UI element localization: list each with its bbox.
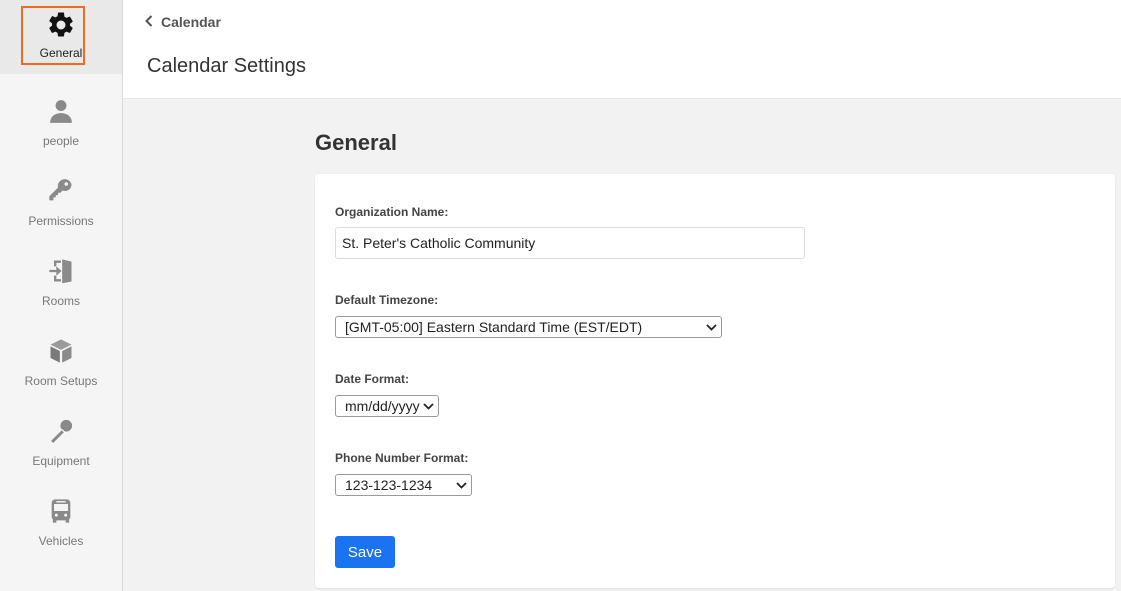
sidebar-item-vehicles[interactable]: Vehicles: [0, 480, 122, 554]
cube-icon: [46, 336, 76, 366]
back-link[interactable]: Calendar: [145, 13, 221, 31]
date-format-select[interactable]: mm/dd/yyyy: [335, 395, 439, 417]
timezone-select[interactable]: [GMT-05:00] Eastern Standard Time (EST/E…: [335, 316, 722, 338]
sidebar-item-label: Rooms: [41, 294, 80, 308]
sidebar-item-label: Vehicles: [38, 534, 84, 548]
back-link-label: Calendar: [161, 14, 221, 30]
timezone-label: Default Timezone:: [335, 293, 439, 307]
chevron-down-icon: [423, 401, 434, 412]
person-icon: [46, 96, 76, 126]
sidebar-item-label: Room Setups: [24, 374, 98, 388]
timezone-select-value: [GMT-05:00] Eastern Standard Time (EST/E…: [345, 319, 643, 335]
sidebar-item-rooms[interactable]: Rooms: [0, 240, 122, 314]
bus-icon: [46, 496, 76, 526]
app: General people Permissions Rooms Room Se…: [0, 0, 1121, 591]
sidebar-item-label: General: [39, 46, 83, 60]
gear-icon: [46, 10, 76, 40]
org-name-label: Organization Name:: [335, 205, 449, 219]
save-button[interactable]: Save: [335, 536, 395, 568]
sidebar-item-equipment[interactable]: Equipment: [0, 400, 122, 474]
sidebar: General people Permissions Rooms Room Se…: [0, 0, 123, 591]
org-name-input[interactable]: [335, 227, 805, 259]
sidebar-item-label: Permissions: [28, 214, 94, 228]
sidebar-item-permissions[interactable]: Permissions: [0, 160, 122, 234]
phone-format-label: Phone Number Format:: [335, 451, 469, 465]
key-icon: [46, 176, 76, 206]
settings-card: Organization Name: Default Timezone: [GM…: [315, 174, 1115, 588]
phone-format-select-value: 123-123-1234: [345, 477, 433, 493]
header: Calendar Calendar Settings: [123, 0, 1121, 99]
sidebar-item-label: people: [42, 134, 80, 148]
chevron-left-icon: [145, 14, 153, 30]
sidebar-item-people[interactable]: people: [0, 80, 122, 154]
page-title: Calendar Settings: [147, 55, 306, 77]
chevron-down-icon: [456, 480, 467, 491]
date-format-select-value: mm/dd/yyyy: [345, 398, 420, 414]
microphone-icon: [46, 416, 76, 446]
sidebar-item-label: Equipment: [32, 454, 90, 468]
section-title: General: [315, 130, 397, 155]
date-format-label: Date Format:: [335, 372, 410, 386]
sidebar-item-room-setups[interactable]: Room Setups: [0, 320, 122, 394]
chevron-down-icon: [706, 322, 717, 333]
door-enter-icon: [46, 256, 76, 286]
phone-format-select[interactable]: 123-123-1234: [335, 474, 472, 496]
sidebar-item-general[interactable]: General: [0, 0, 122, 74]
